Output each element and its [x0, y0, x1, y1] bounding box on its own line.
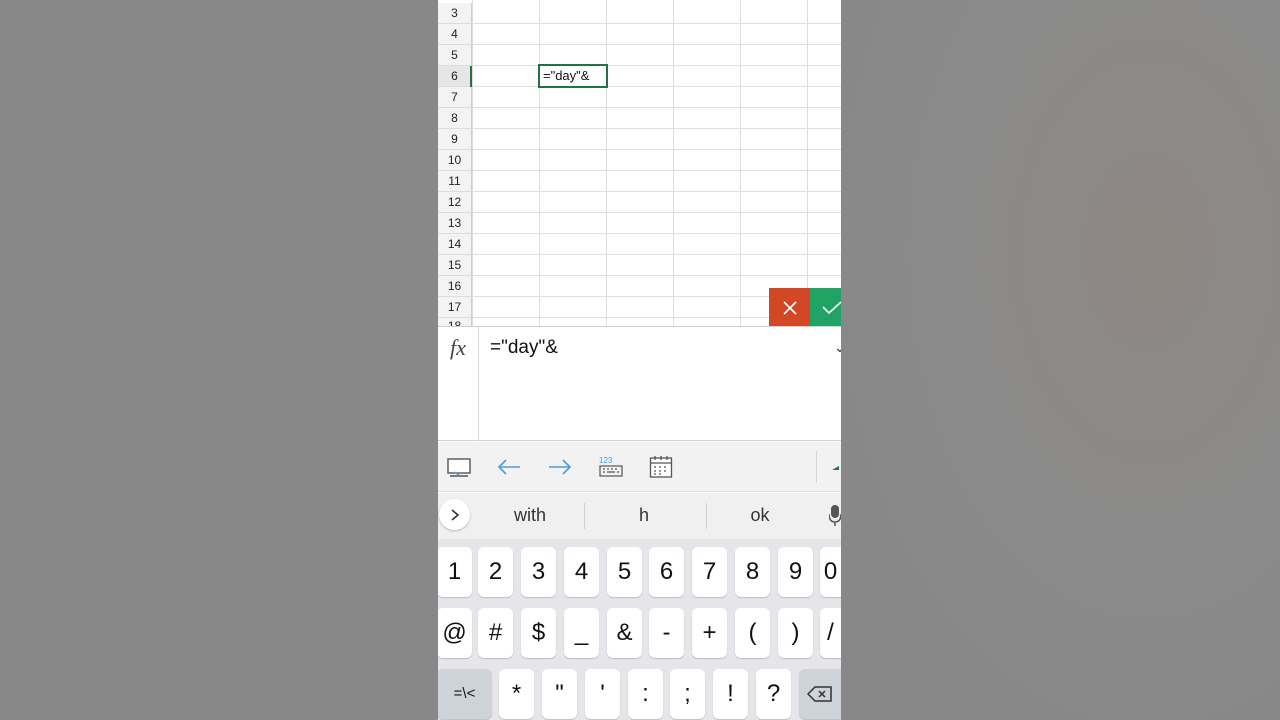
key-hash[interactable]: #: [478, 608, 513, 658]
row-header[interactable]: 15: [438, 255, 472, 276]
backspace-icon: [807, 686, 832, 702]
suggestion-word[interactable]: with: [490, 505, 570, 526]
background-right: [841, 0, 1280, 720]
suggestion-word[interactable]: h: [604, 505, 684, 526]
key-4[interactable]: 4: [564, 547, 599, 597]
row-divider: [472, 212, 841, 213]
key-1[interactable]: 1: [438, 547, 472, 597]
row-divider: [472, 86, 841, 87]
confirm-edit-button[interactable]: [810, 288, 841, 327]
expand-suggestions-button[interactable]: [439, 499, 470, 530]
column-divider: [606, 0, 607, 327]
row-divider: [472, 107, 841, 108]
column-divider: [673, 0, 674, 327]
column-divider: [472, 0, 473, 327]
row-header[interactable]: 12: [438, 192, 472, 213]
arrow-left-icon[interactable]: [496, 454, 522, 480]
microphone-icon[interactable]: [828, 503, 841, 532]
column-divider: [807, 0, 808, 327]
arrow-right-icon[interactable]: [547, 454, 573, 480]
backspace-key[interactable]: [799, 669, 841, 719]
keyboard-icon: [599, 465, 623, 477]
key-asterisk[interactable]: *: [499, 669, 534, 719]
column-divider: [539, 0, 540, 327]
row-divider: [472, 128, 841, 129]
row-header[interactable]: 4: [438, 24, 472, 45]
chevron-down-icon[interactable]: ⌄: [834, 339, 841, 356]
key-at[interactable]: @: [438, 608, 472, 658]
key-more-symbols[interactable]: =\<: [438, 669, 492, 719]
toolbar-separator: [816, 451, 817, 483]
row-header[interactable]: 16: [438, 276, 472, 297]
fx-icon[interactable]: fx: [438, 327, 479, 441]
formula-input[interactable]: ="day"&: [490, 337, 558, 359]
row-divider: [472, 233, 841, 234]
key-6[interactable]: 6: [649, 547, 684, 597]
row-header[interactable]: 5: [438, 45, 472, 66]
screen-icon[interactable]: [446, 454, 472, 480]
key-8[interactable]: 8: [735, 547, 770, 597]
chevron-right-icon: [450, 508, 459, 521]
spreadsheet-grid[interactable]: 3 4 5 6 7 8 9 10 11 12 13 14 15 16 17 18…: [438, 0, 841, 327]
suggestion-strip: with h ok: [438, 493, 841, 539]
row-header[interactable]: 3: [438, 3, 472, 24]
key-slash[interactable]: /: [820, 608, 841, 658]
close-icon: [782, 300, 797, 315]
active-cell[interactable]: ="day"&: [538, 64, 608, 88]
calendar-icon[interactable]: [649, 454, 673, 480]
row-divider: [472, 44, 841, 45]
key-question[interactable]: ?: [756, 669, 791, 719]
numeric-keyboard-icon[interactable]: 123: [598, 454, 624, 480]
key-underscore[interactable]: _: [564, 608, 599, 658]
key-close-paren[interactable]: ): [778, 608, 813, 658]
row-divider: [472, 65, 841, 66]
key-5[interactable]: 5: [607, 547, 642, 597]
key-3[interactable]: 3: [521, 547, 556, 597]
row-header[interactable]: 17: [438, 297, 472, 318]
suggestion-word[interactable]: ok: [720, 505, 800, 526]
key-dollar[interactable]: $: [521, 608, 556, 658]
row-header[interactable]: 14: [438, 234, 472, 255]
key-7[interactable]: 7: [692, 547, 727, 597]
row-divider: [472, 191, 841, 192]
checkmark-icon: [821, 300, 841, 314]
row-header[interactable]: 10: [438, 150, 472, 171]
row-header[interactable]: 11: [438, 171, 472, 192]
key-minus[interactable]: -: [649, 608, 684, 658]
key-plus[interactable]: +: [692, 608, 727, 658]
key-9[interactable]: 9: [778, 547, 813, 597]
key-exclamation[interactable]: !: [713, 669, 748, 719]
row-divider: [472, 170, 841, 171]
key-single-quote[interactable]: ': [585, 669, 620, 719]
suggestion-separator: [706, 503, 707, 529]
phone-screen: 3 4 5 6 7 8 9 10 11 12 13 14 15 16 17 18…: [438, 0, 841, 720]
key-0[interactable]: 0: [820, 547, 841, 597]
numeric-keyboard-label: 123: [599, 456, 613, 465]
key-double-quote[interactable]: ": [542, 669, 577, 719]
row-header[interactable]: 8: [438, 108, 472, 129]
key-semicolon[interactable]: ;: [670, 669, 705, 719]
collapse-icon[interactable]: [831, 454, 841, 480]
suggestion-separator: [584, 503, 585, 529]
row-header[interactable]: 9: [438, 129, 472, 150]
key-ampersand[interactable]: &: [607, 608, 642, 658]
cancel-edit-button[interactable]: [769, 288, 810, 327]
row-divider: [472, 23, 841, 24]
row-header[interactable]: 13: [438, 213, 472, 234]
column-divider: [740, 0, 741, 327]
formula-bar[interactable]: fx ="day"& ⌄: [438, 327, 841, 441]
row-divider: [472, 149, 841, 150]
row-header[interactable]: 7: [438, 87, 472, 108]
background-left: [0, 0, 438, 720]
row-divider: [472, 275, 841, 276]
key-open-paren[interactable]: (: [735, 608, 770, 658]
row-divider: [472, 254, 841, 255]
edit-toolbar: 123: [438, 442, 841, 492]
key-colon[interactable]: :: [628, 669, 663, 719]
row-header-active[interactable]: 6: [438, 66, 472, 87]
symbol-keyboard: 1 2 3 4 5 6 7 8 9 0 @ # $ _ & - + ( ) / …: [438, 539, 841, 720]
key-2[interactable]: 2: [478, 547, 513, 597]
